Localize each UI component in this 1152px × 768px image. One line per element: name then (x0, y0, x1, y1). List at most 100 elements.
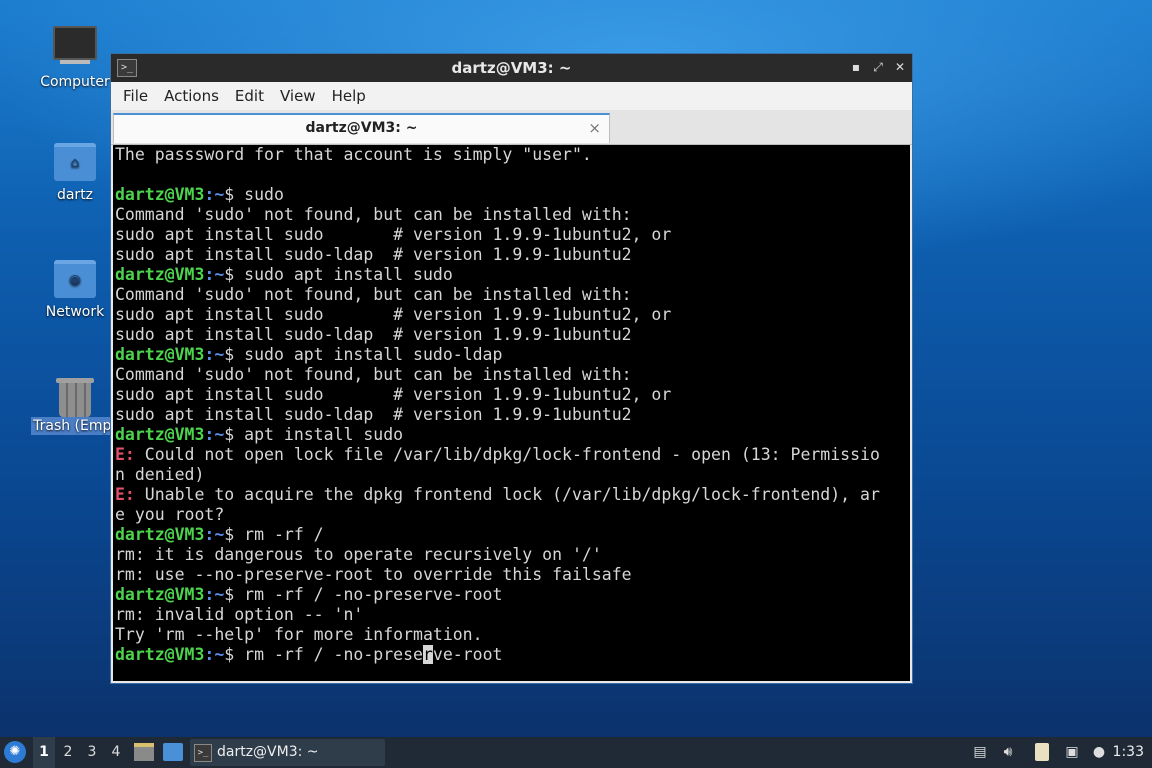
terminal-line: Command 'sudo' not found, but can be ins… (115, 365, 910, 385)
terminal-line: dartz@VM3:~$ rm -rf / (115, 525, 324, 544)
terminal-line: dartz@VM3:~$ rm -rf / -no-preserve-root (115, 645, 503, 664)
output-text: sudo apt install sudo # version 1.9.9-1u… (115, 305, 672, 324)
prompt-path: ~ (214, 585, 225, 604)
terminal-line: Command 'sudo' not found, but can be ins… (115, 285, 910, 305)
output-text: Try 'rm --help' for more information. (115, 625, 483, 644)
terminal-output[interactable]: The passsword for that account is simply… (113, 145, 910, 681)
tab-close-icon[interactable]: × (588, 115, 601, 142)
terminal-window[interactable]: >_ dartz@VM3: ~ ▪ ⤢ ✕ File Actions Edit … (110, 53, 913, 684)
home-folder-icon: ⌂ (53, 139, 97, 183)
command-text: $ rm -rf / -no-prese (224, 645, 423, 664)
menu-view[interactable]: View (272, 87, 324, 105)
tab-bar: dartz@VM3: ~ × (111, 110, 912, 145)
menu-help[interactable]: Help (324, 87, 374, 105)
terminal-line: e you root? (115, 505, 910, 525)
desktop-icon-home[interactable]: ⌂ dartz (29, 139, 121, 203)
terminal-line: sudo apt install sudo # version 1.9.9-1u… (115, 225, 910, 245)
output-text: sudo apt install sudo # version 1.9.9-1u… (115, 385, 672, 404)
tab-label: dartz@VM3: ~ (305, 120, 418, 136)
command-text: $ sudo apt install sudo-ldap (224, 345, 503, 364)
terminal-line: E: Could not open lock file /var/lib/dpk… (115, 445, 910, 465)
notes-icon[interactable] (1035, 743, 1049, 761)
output-text: sudo apt install sudo-ldap # version 1.9… (115, 325, 632, 344)
output-text: Command 'sudo' not found, but can be ins… (115, 365, 632, 384)
terminal-app-icon: >_ (194, 744, 212, 762)
menu-bar: File Actions Edit View Help (111, 82, 912, 110)
show-desktop-icon[interactable] (163, 743, 183, 761)
workspace-3[interactable]: 3 (81, 737, 103, 768)
prompt-path: ~ (214, 185, 225, 204)
tab-terminal[interactable]: dartz@VM3: ~ × (113, 113, 610, 143)
clock[interactable]: 1:33 (1113, 737, 1144, 768)
terminal-line: n denied) (115, 465, 910, 485)
output-text: sudo apt install sudo-ldap # version 1.9… (115, 245, 632, 264)
prompt-user: dartz@VM3 (115, 645, 205, 664)
update-notifier-icon[interactable]: ● (1090, 743, 1108, 761)
output-text: sudo apt install sudo-ldap # version 1.9… (115, 405, 632, 424)
terminal-line: rm: use --no-preserve-root to override t… (115, 565, 910, 585)
menu-actions[interactable]: Actions (156, 87, 227, 105)
trash-icon (53, 370, 97, 417)
error-prefix: E: (115, 485, 135, 504)
desktop-icon-label: Network (45, 304, 105, 320)
desktop-icon-label: Trash (Empt (31, 417, 119, 435)
taskbar-task-terminal[interactable]: >_ dartz@VM3: ~ (190, 739, 385, 766)
desktop-icon-label: Computer (40, 74, 110, 90)
terminal-line: sudo apt install sudo # version 1.9.9-1u… (115, 305, 910, 325)
task-label: dartz@VM3: ~ (217, 744, 319, 760)
desktop-icon-computer[interactable]: Computer (29, 22, 121, 90)
clipboard-icon[interactable]: ▤ (971, 743, 989, 761)
terminal-line: dartz@VM3:~$ rm -rf / -no-preserve-root (115, 585, 503, 604)
prompt-user: dartz@VM3 (115, 345, 205, 364)
prompt-path: ~ (214, 645, 225, 664)
window-title: dartz@VM3: ~ (451, 59, 572, 77)
output-text: n denied) (115, 465, 205, 484)
workspace-4[interactable]: 4 (105, 737, 127, 768)
desktop-icon-network[interactable]: ◉ Network (29, 256, 121, 320)
command-text: $ rm -rf / -no-preserve-root (224, 585, 503, 604)
output-text: sudo apt install sudo # version 1.9.9-1u… (115, 225, 672, 244)
command-text: $ sudo apt install sudo (224, 265, 453, 284)
window-titlebar[interactable]: >_ dartz@VM3: ~ ▪ ⤢ ✕ (111, 54, 912, 82)
prompt-path: ~ (214, 345, 225, 364)
output-text: Command 'sudo' not found, but can be ins… (115, 285, 632, 304)
computer-icon (53, 26, 97, 70)
maximize-icon[interactable]: ⤢ (870, 59, 886, 75)
error-prefix: E: (115, 445, 135, 464)
prompt-path: ~ (214, 425, 225, 444)
output-text: rm: use --no-preserve-root to override t… (115, 565, 632, 584)
menu-edit[interactable]: Edit (227, 87, 272, 105)
prompt-user: dartz@VM3 (115, 585, 205, 604)
network-folder-icon: ◉ (53, 256, 97, 300)
terminal-line: dartz@VM3:~$ sudo apt install sudo-ldap (115, 345, 503, 364)
terminal-line: sudo apt install sudo-ldap # version 1.9… (115, 325, 910, 345)
terminal-line: dartz@VM3:~$ apt install sudo (115, 425, 404, 444)
terminal-line: dartz@VM3:~$ sudo apt install sudo (115, 265, 453, 284)
close-icon[interactable]: ✕ (892, 59, 908, 75)
workspace-2[interactable]: 2 (57, 737, 79, 768)
minimize-icon[interactable]: ▪ (848, 59, 864, 75)
terminal-line: rm: it is dangerous to operate recursive… (115, 545, 910, 565)
prompt-user: dartz@VM3 (115, 265, 205, 284)
terminal-line: sudo apt install sudo # version 1.9.9-1u… (115, 385, 910, 405)
start-menu-icon[interactable]: ✺ (4, 741, 26, 763)
terminal-line: The passsword for that account is simply… (115, 145, 910, 165)
output-text: rm: invalid option -- 'n' (115, 605, 364, 624)
output-text: The passsword for that account is simply… (115, 145, 592, 164)
network-icon[interactable]: ▣ (1063, 743, 1081, 761)
output-text: e you root? (115, 505, 225, 524)
file-manager-icon[interactable] (134, 743, 154, 761)
terminal-line: dartz@VM3:~$ sudo (115, 185, 284, 204)
terminal-line: sudo apt install sudo-ldap # version 1.9… (115, 405, 910, 425)
volume-icon[interactable]: 🔊︎ (999, 743, 1017, 761)
prompt-path: ~ (214, 525, 225, 544)
output-text: Could not open lock file /var/lib/dpkg/l… (134, 445, 880, 464)
output-text: Command 'sudo' not found, but can be ins… (115, 205, 632, 224)
prompt-user: dartz@VM3 (115, 525, 205, 544)
prompt-user: dartz@VM3 (115, 425, 205, 444)
menu-file[interactable]: File (115, 87, 156, 105)
workspace-1[interactable]: 1 (33, 737, 55, 768)
desktop-icon-label: dartz (56, 187, 94, 203)
output-text: rm: it is dangerous to operate recursive… (115, 545, 602, 564)
